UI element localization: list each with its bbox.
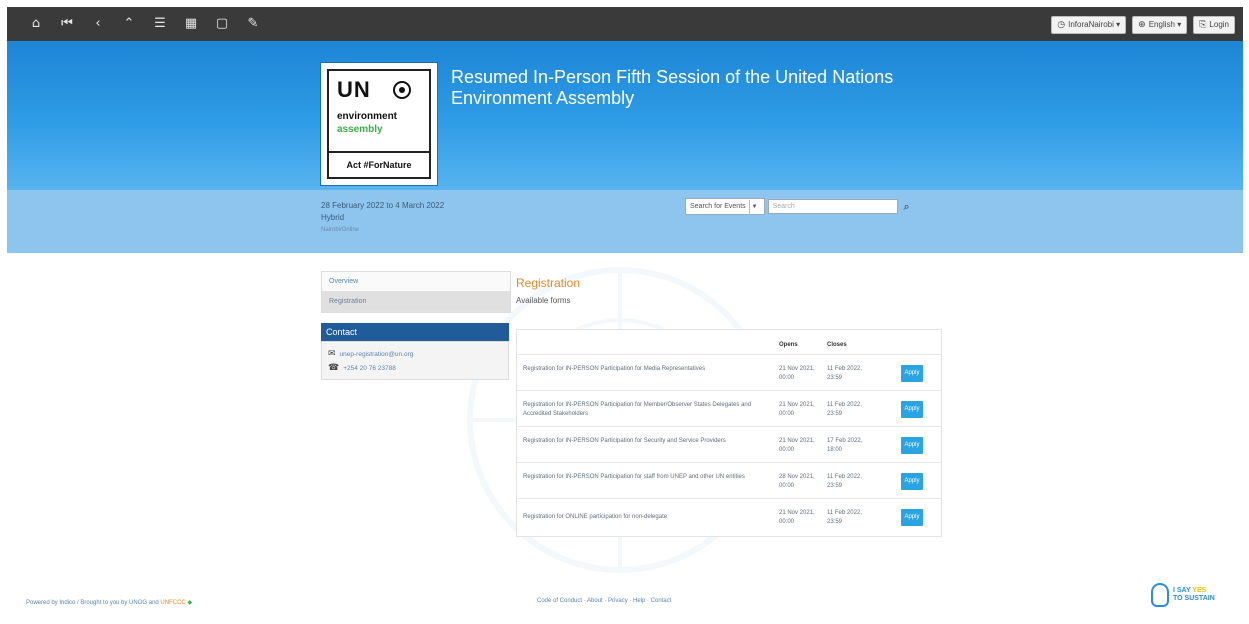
up-icon[interactable]: ⌃: [118, 15, 140, 33]
apply-button[interactable]: Apply: [901, 401, 923, 418]
un-emblem-icon: [393, 81, 411, 99]
login-button[interactable]: ⎘ Login: [1193, 16, 1235, 34]
apply-button[interactable]: Apply: [901, 437, 923, 454]
footer-powered-text[interactable]: Powered by Indico / Brought to you by UN…: [26, 600, 159, 606]
form-opens: 21 Nov 2021, 00:00: [779, 366, 815, 381]
form-closes: 11 Feb 2022, 23:59: [827, 474, 862, 489]
logo-assembly-text: assembly: [337, 124, 383, 135]
search-scope-label: Search for Events: [690, 203, 746, 210]
account-label: InforaNairobi: [1068, 20, 1114, 29]
form-name[interactable]: Registration for IN-PERSON Participation…: [523, 401, 773, 419]
table-row: Registration for IN-PERSON Participation…: [517, 462, 941, 499]
form-name[interactable]: Registration for IN-PERSON Participation…: [523, 365, 773, 374]
chevron-down-icon: ▼: [748, 200, 760, 215]
sustainability-logo-text: I SAY YES TO SUSTAIN: [1173, 587, 1215, 603]
page-title: Registration: [516, 276, 581, 290]
globe-icon: ⊕: [1138, 20, 1146, 30]
search-scope-select[interactable]: Search for Events ▼: [685, 198, 765, 215]
logo-line1-yes: YES: [1192, 587, 1207, 594]
event-meta: 28 February 2022 to 4 March 2022 Hybrid …: [321, 200, 444, 236]
form-opens: 21 Nov 2021, 00:00: [779, 402, 815, 417]
table-row: Registration for ONLINE participation fo…: [517, 498, 941, 536]
contact-phone-row: ☎ +254 20 76 23788: [328, 363, 396, 373]
logo-environment-text: environment: [337, 111, 398, 122]
language-label: English: [1148, 20, 1175, 29]
apply-button[interactable]: Apply: [901, 473, 923, 490]
form-closes: 11 Feb 2022, 23:59: [827, 402, 862, 417]
logo-line2: TO SUSTAIN: [1173, 595, 1215, 602]
event-dates: 28 February 2022 to 4 March 2022: [321, 201, 445, 210]
registration-forms-table: Opens Closes Registration for IN-PERSON …: [516, 329, 942, 537]
window-icon[interactable]: ▢: [211, 15, 233, 33]
contact-heading: Contact: [321, 323, 509, 341]
login-label: Login: [1209, 20, 1229, 29]
logo-top-box: UN environment assembly: [327, 69, 431, 153]
contact-panel: ✉ unep-registration@un.org ☎ +254 20 76 23…: [321, 341, 509, 380]
form-name[interactable]: Registration for IN-PERSON Participation…: [523, 473, 773, 482]
form-opens: 21 Nov 2021, 00:00: [779, 510, 815, 525]
unea-logo[interactable]: UN environment assembly Act #ForNature: [320, 62, 438, 186]
account-dropdown[interactable]: ◷ InforaNairobi ▾: [1051, 16, 1127, 34]
calendar-icon[interactable]: ▦: [180, 15, 202, 33]
event-title: Resumed In-Person Fifth Session of the U…: [451, 67, 894, 108]
search-input[interactable]: Search: [767, 199, 898, 214]
event-venue: Nairobi/Online: [321, 227, 360, 233]
event-info-bar: 28 February 2022 to 4 March 2022 Hybrid …: [7, 190, 1243, 253]
contact-email-row: ✉ unep-registration@un.org: [328, 349, 413, 359]
language-dropdown[interactable]: ⊕ English ▾: [1132, 16, 1188, 34]
footer-powered-by: Powered by Indico / Brought to you by UN…: [26, 599, 192, 606]
phone-icon: ☎: [328, 363, 340, 373]
table-row: Registration for IN-PERSON Participation…: [517, 390, 941, 427]
contact-phone-link[interactable]: +254 20 76 23788: [343, 365, 396, 372]
footer-links[interactable]: Code of Conduct · About · Privacy · Help…: [537, 598, 671, 604]
toolbar-icon-group: ⌂ ⏮ ‹ ⌃ ☰ ▦ ▢ ✎: [25, 15, 273, 33]
contact-email-link[interactable]: unep-registration@un.org: [340, 351, 414, 358]
footer-brand-link[interactable]: UNFCCC: [160, 600, 185, 606]
form-closes: 11 Feb 2022, 23:59: [827, 366, 862, 381]
event-search: Search for Events ▼ Search ⌕: [685, 198, 915, 215]
table-row: Registration for IN-PERSON Participation…: [517, 354, 941, 391]
apply-button[interactable]: Apply: [901, 509, 923, 526]
toolbar-right: ◷ InforaNairobi ▾ ⊕ English ▾ ⎘ Login: [1051, 16, 1235, 34]
form-name[interactable]: Registration for IN-PERSON Participation…: [523, 437, 773, 446]
event-location: Hybrid: [321, 213, 345, 222]
form-opens: 21 Nov 2021, 00:00: [779, 438, 815, 453]
home-icon[interactable]: ⌂: [25, 15, 47, 33]
menu-item-registration[interactable]: Registration: [322, 292, 510, 312]
form-name[interactable]: Registration for ONLINE participation fo…: [523, 513, 773, 522]
event-banner: UN environment assembly Act #ForNature R…: [7, 41, 1243, 190]
sustainability-logo[interactable]: I SAY YES TO SUSTAIN: [1151, 581, 1233, 611]
column-header-closes: Closes: [827, 342, 847, 348]
event-side-menu: Overview Registration: [321, 271, 511, 313]
login-icon: ⎘: [1199, 20, 1207, 30]
table-row: Registration for IN-PERSON Participation…: [517, 426, 941, 463]
logo-act-for-nature: Act #ForNature: [327, 151, 431, 179]
top-toolbar: ⌂ ⏮ ‹ ⌃ ☰ ▦ ▢ ✎ ◷ InforaNairobi ▾ ⊕ Englis…: [7, 7, 1243, 41]
form-opens: 28 Nov 2021, 00:00: [779, 474, 815, 489]
logo-line1: I SAY: [1173, 587, 1191, 594]
email-icon: ✉: [328, 349, 336, 359]
logo-un-text: UN: [337, 77, 371, 102]
clock-icon: ◷: [1057, 20, 1066, 30]
form-closes: 17 Feb 2022, 18:00: [827, 438, 863, 453]
back-icon[interactable]: ‹: [87, 15, 109, 33]
edit-icon[interactable]: ✎: [242, 15, 264, 33]
page-subtitle: Available forms: [516, 296, 571, 305]
form-closes: 11 Feb 2022, 23:59: [827, 510, 862, 525]
first-page-icon[interactable]: ⏮: [56, 15, 78, 33]
search-icon[interactable]: ⌕: [899, 199, 915, 214]
menu-item-overview[interactable]: Overview: [322, 272, 510, 292]
apply-button[interactable]: Apply: [901, 365, 923, 382]
raised-hand-icon: [1151, 583, 1169, 607]
unfccc-logo-icon: ◆: [187, 600, 193, 606]
column-header-opens: Opens: [779, 342, 798, 348]
list-icon[interactable]: ☰: [149, 15, 171, 33]
